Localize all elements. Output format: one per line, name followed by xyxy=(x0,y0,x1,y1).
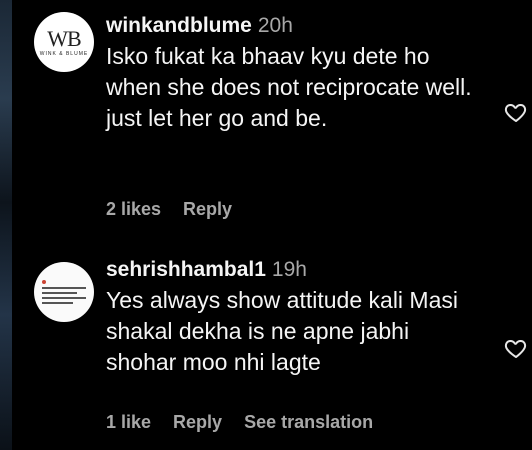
likes-count[interactable]: 2 likes xyxy=(106,199,161,220)
comment-item: WB WINK & BLUME winkandblume 20h Isko fuk… xyxy=(34,12,532,240)
comment-body: winkandblume 20h Isko fukat ka bhaav kyu … xyxy=(106,12,482,134)
comment-header: sehrishhambal1 19h xyxy=(106,257,482,283)
see-translation-button[interactable]: See translation xyxy=(244,412,373,433)
avatar[interactable] xyxy=(34,262,94,322)
username-link[interactable]: winkandblume xyxy=(106,14,252,37)
comment-text: Yes always show attitude kali Masi shaka… xyxy=(106,287,458,375)
brand-logo: WB WINK & BLUME xyxy=(39,25,89,57)
avatar[interactable]: WB WINK & BLUME xyxy=(34,12,94,72)
comment-text: Isko fukat ka bhaav kyu dete ho when she… xyxy=(106,43,472,131)
heart-icon[interactable] xyxy=(504,336,528,360)
username-link[interactable]: sehrishhambal1 xyxy=(106,258,266,281)
likes-count[interactable]: 1 like xyxy=(106,412,151,433)
comment-item: sehrishhambal1 19h Yes always show attitu… xyxy=(34,256,532,446)
background-image-edge xyxy=(0,0,12,450)
heart-icon[interactable] xyxy=(504,100,528,124)
reply-button[interactable]: Reply xyxy=(183,199,232,220)
comment-body: sehrishhambal1 19h Yes always show attitu… xyxy=(106,256,482,378)
timestamp: 20h xyxy=(257,14,293,37)
timestamp: 19h xyxy=(271,258,307,281)
comment-actions: 1 like Reply See translation xyxy=(106,412,373,433)
avatar-calligraphy-image xyxy=(42,277,86,307)
comment-actions: 2 likes Reply xyxy=(106,199,232,220)
reply-button[interactable]: Reply xyxy=(173,412,222,433)
comment-header: winkandblume 20h xyxy=(106,13,482,39)
